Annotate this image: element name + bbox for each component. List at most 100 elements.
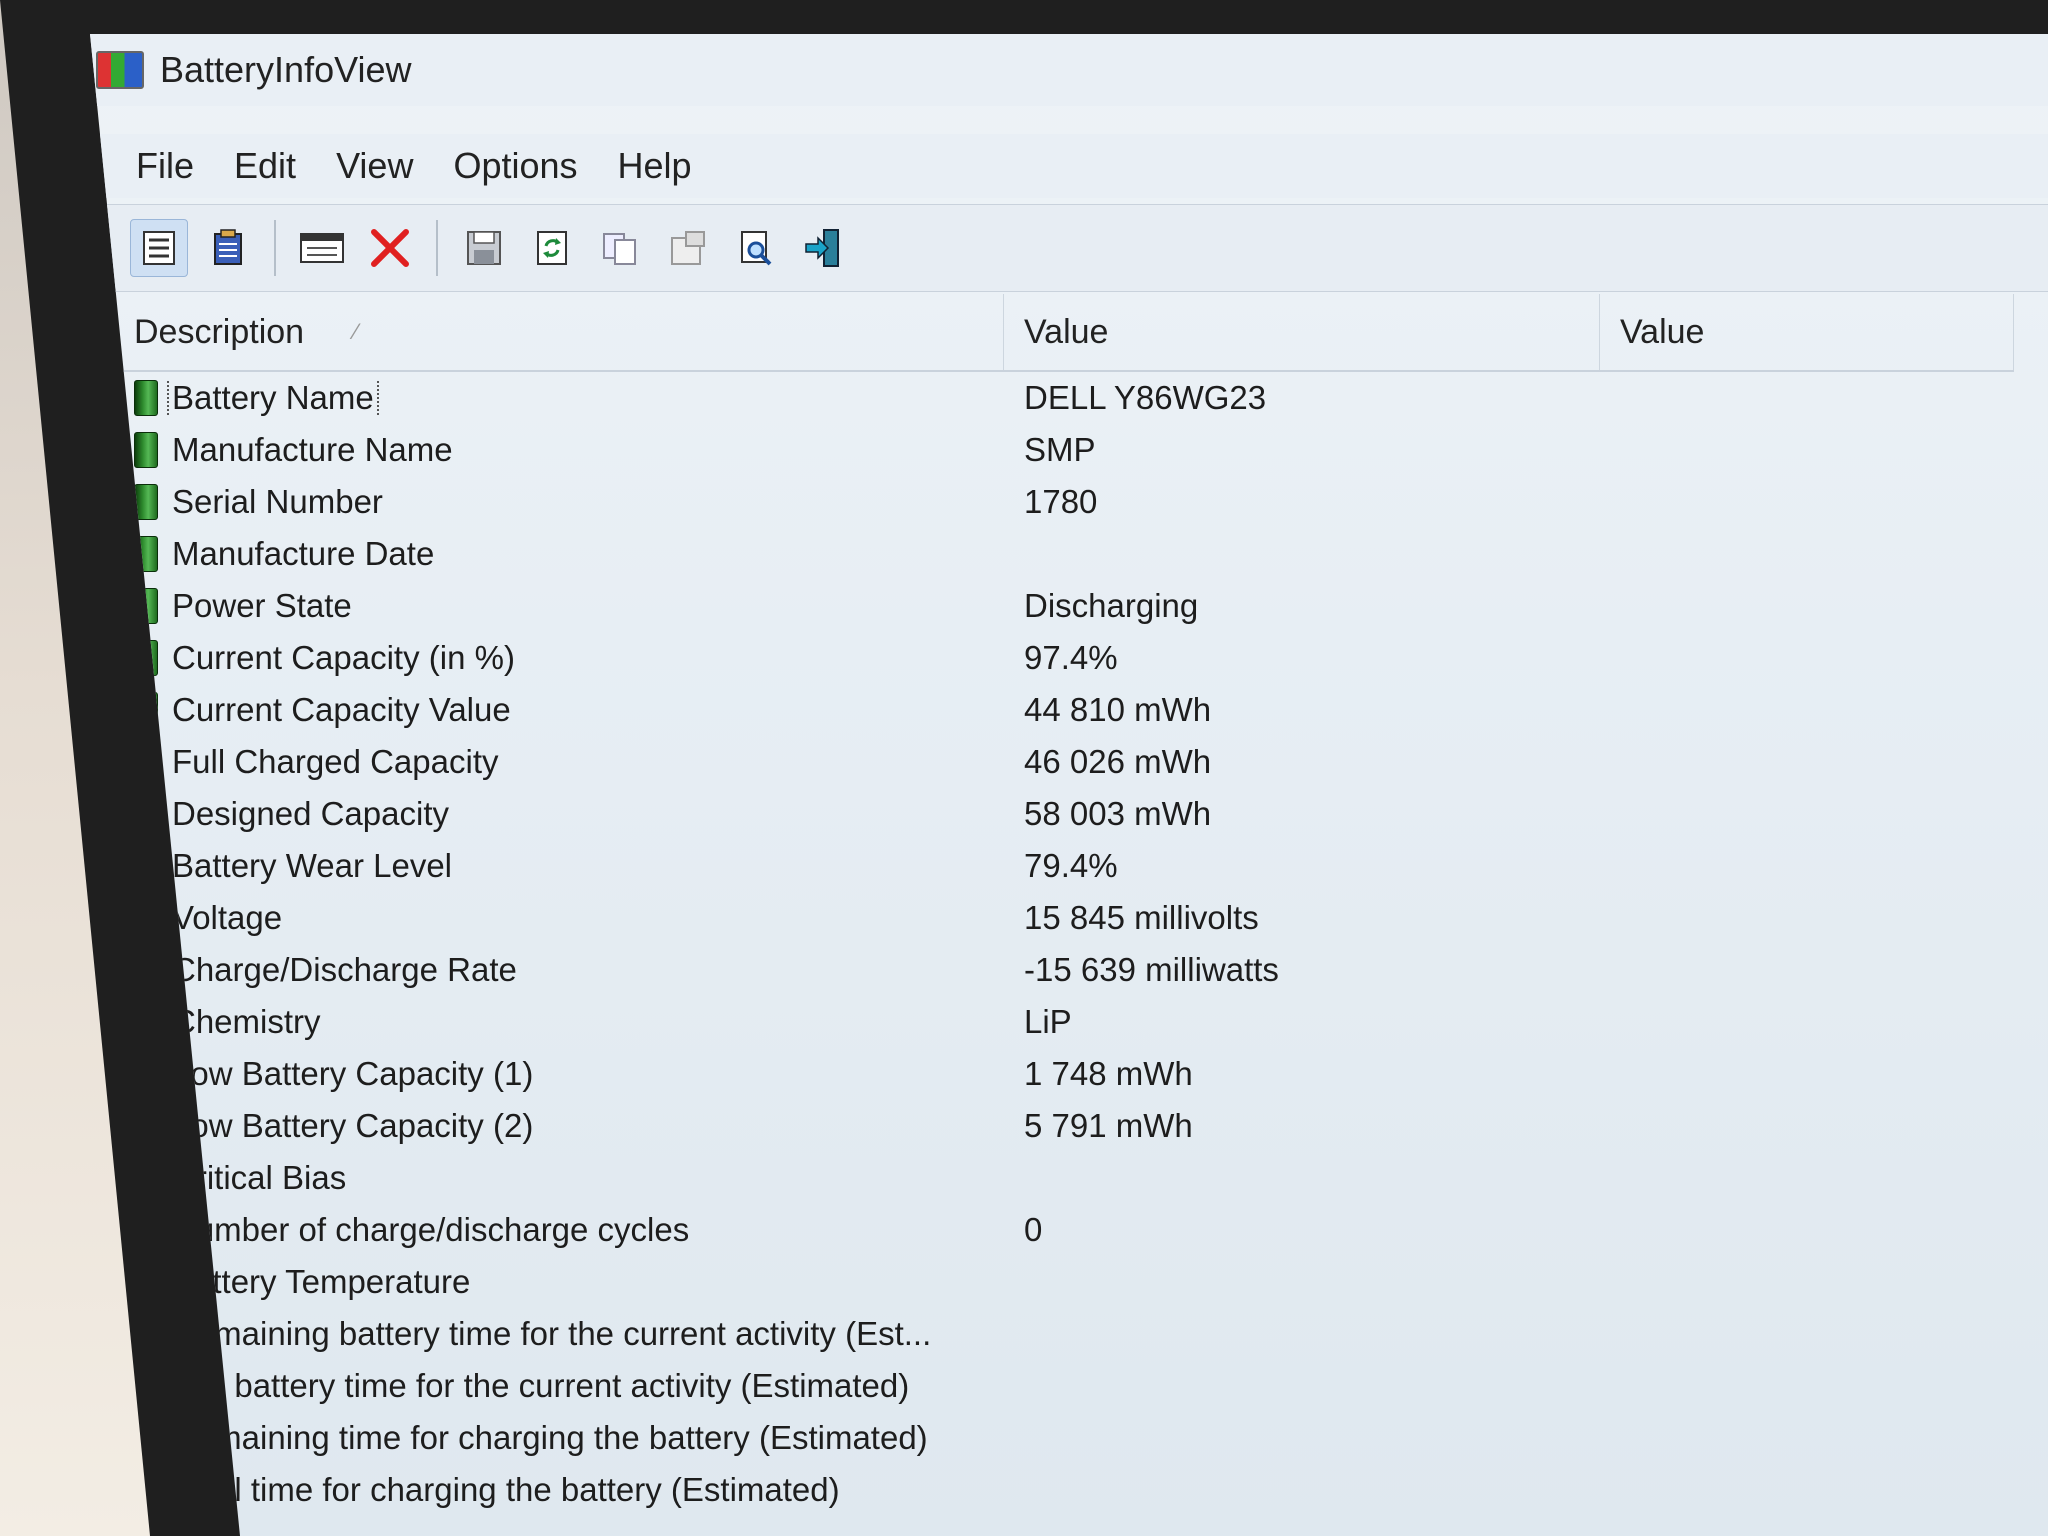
value-cell: Discharging xyxy=(1024,587,1199,624)
sort-indicator-icon: ⁄ xyxy=(354,319,358,344)
table-row[interactable]: Low Battery Capacity (1) 1 748 mWh xyxy=(114,1048,2014,1100)
find-icon xyxy=(741,231,772,266)
description-cell: Remaining battery time for the current a… xyxy=(114,1315,1004,1353)
description-cell: Manufacture Date xyxy=(114,535,1004,573)
table-row[interactable]: Manufacture Date xyxy=(114,528,2014,580)
window-title: BatteryInfoView xyxy=(160,49,412,90)
table-row[interactable]: Voltage 15 845 millivolts xyxy=(114,892,2014,944)
details-view-button[interactable] xyxy=(130,219,188,277)
menu-edit[interactable]: Edit xyxy=(214,145,316,187)
menu-bar: File Edit View Options Help xyxy=(90,134,2048,198)
description-label: Battery Wear Level xyxy=(172,847,453,884)
properties-sheet-button[interactable] xyxy=(660,220,716,276)
column-header-description[interactable]: Description ⁄ xyxy=(114,294,1004,370)
menu-view[interactable]: View xyxy=(316,145,433,187)
description-label: Current Capacity Value xyxy=(172,691,511,728)
delete-icon xyxy=(371,229,409,267)
description-label: Low Battery Capacity (2) xyxy=(172,1107,534,1144)
table-row[interactable]: Remaining battery time for the current a… xyxy=(114,1308,2014,1360)
table-row[interactable]: Critical Bias xyxy=(114,1152,2014,1204)
description-label: Battery Name xyxy=(167,379,379,417)
description-cell: Number of charge/discharge cycles xyxy=(114,1211,1004,1249)
description-cell: Full battery time for the current activi… xyxy=(114,1367,1004,1405)
table-row[interactable]: Low Battery Capacity (2) 5 791 mWh xyxy=(114,1100,2014,1152)
battery-icon xyxy=(134,432,158,468)
properties-sheet-icon xyxy=(671,231,705,265)
description-cell: Current Capacity (in %) xyxy=(114,639,1004,677)
table-row[interactable]: Remaining time for charging the battery … xyxy=(114,1412,2014,1464)
description-label: Serial Number xyxy=(172,483,383,520)
description-cell: Voltage xyxy=(114,899,1004,937)
toolbar-separator xyxy=(274,220,276,276)
description-cell: Battery Wear Level xyxy=(114,847,1004,885)
properties-button[interactable] xyxy=(294,220,350,276)
table-row[interactable]: Full battery time for the current activi… xyxy=(114,1360,2014,1412)
description-label: Number of charge/discharge cycles xyxy=(172,1211,690,1248)
value-cell: LiP xyxy=(1024,1003,1072,1040)
value-cell: 15 845 millivolts xyxy=(1024,899,1259,936)
exit-button[interactable] xyxy=(796,220,852,276)
value-cell: SMP xyxy=(1024,431,1096,468)
save-icon xyxy=(467,231,501,265)
table-header: Description ⁄ Value Value xyxy=(114,294,2014,372)
table-body: Battery Name DELL Y86WG23 Manufacture Name… xyxy=(114,372,2014,1516)
description-cell: Power State xyxy=(114,587,1004,625)
value-cell: 0 xyxy=(1024,1211,1043,1248)
description-label: Manufacture Name xyxy=(172,431,453,468)
description-label: Chemistry xyxy=(172,1003,321,1040)
menu-file[interactable]: File xyxy=(116,145,214,187)
menu-options[interactable]: Options xyxy=(433,145,597,187)
refresh-button[interactable] xyxy=(524,220,580,276)
html-report-button[interactable] xyxy=(200,220,256,276)
description-label: Voltage xyxy=(172,899,283,936)
table-row[interactable]: Charge/Discharge Rate -15 639 milliwatts xyxy=(114,944,2014,996)
description-cell: Low Battery Capacity (2) xyxy=(114,1107,1004,1145)
column-header-value-2[interactable]: Value xyxy=(1600,294,2014,370)
app-window: BatteryInfoView File Edit View Options H… xyxy=(90,34,2048,1536)
toolbar xyxy=(90,204,2048,292)
menu-help[interactable]: Help xyxy=(598,145,712,187)
value-cell: 97.4% xyxy=(1024,639,1118,676)
description-cell: Charge/Discharge Rate xyxy=(114,951,1004,989)
value-cell: 1 748 mWh xyxy=(1024,1055,1193,1092)
exit-icon xyxy=(805,229,839,267)
properties-icon xyxy=(300,233,344,263)
description-label: Remaining time for charging the battery … xyxy=(172,1419,928,1456)
value-cell: 79.4% xyxy=(1024,847,1118,884)
table-row[interactable]: Current Capacity (in %) 97.4% xyxy=(114,632,2014,684)
description-label: Manufacture Date xyxy=(172,535,435,572)
title-bar: BatteryInfoView xyxy=(90,34,2048,106)
table-row[interactable]: Total time for charging the battery (Est… xyxy=(114,1464,2014,1516)
delete-button[interactable] xyxy=(362,220,418,276)
description-cell: Current Capacity Value xyxy=(114,691,1004,729)
table-row[interactable]: Serial Number 1780 xyxy=(114,476,2014,528)
table-row[interactable]: Power State Discharging xyxy=(114,580,2014,632)
html-report-icon xyxy=(214,229,242,265)
description-label: Full battery time for the current activi… xyxy=(172,1367,910,1404)
description-cell: Low Battery Capacity (1) xyxy=(114,1055,1004,1093)
table-row[interactable]: Current Capacity Value 44 810 mWh xyxy=(114,684,2014,736)
table-row[interactable]: Designed Capacity 58 003 mWh xyxy=(114,788,2014,840)
table-row[interactable]: Battery Name DELL Y86WG23 xyxy=(114,372,2014,424)
column-header-value[interactable]: Value xyxy=(1004,294,1600,370)
description-label: Charge/Discharge Rate xyxy=(172,951,517,988)
refresh-icon xyxy=(537,231,567,265)
table-row[interactable]: Battery Temperature xyxy=(114,1256,2014,1308)
value-cell: -15 639 milliwatts xyxy=(1024,951,1279,988)
copy-button[interactable] xyxy=(592,220,648,276)
save-button[interactable] xyxy=(456,220,512,276)
table-row[interactable]: Manufacture Name SMP xyxy=(114,424,2014,476)
table-row[interactable]: Full Charged Capacity 46 026 mWh xyxy=(114,736,2014,788)
app-icon xyxy=(96,51,144,89)
description-label: Designed Capacity xyxy=(172,795,449,832)
table-row[interactable]: Battery Wear Level 79.4% xyxy=(114,840,2014,892)
description-cell: Chemistry xyxy=(114,1003,1004,1041)
table-row[interactable]: Chemistry LiP xyxy=(114,996,2014,1048)
find-button[interactable] xyxy=(728,220,784,276)
table-row[interactable]: Number of charge/discharge cycles 0 xyxy=(114,1204,2014,1256)
value-cell: 5 791 mWh xyxy=(1024,1107,1193,1144)
description-cell: Manufacture Name xyxy=(114,431,1004,469)
description-cell: Remaining time for charging the battery … xyxy=(114,1419,1004,1457)
description-label: Full Charged Capacity xyxy=(172,743,499,780)
description-label: Power State xyxy=(172,587,352,624)
